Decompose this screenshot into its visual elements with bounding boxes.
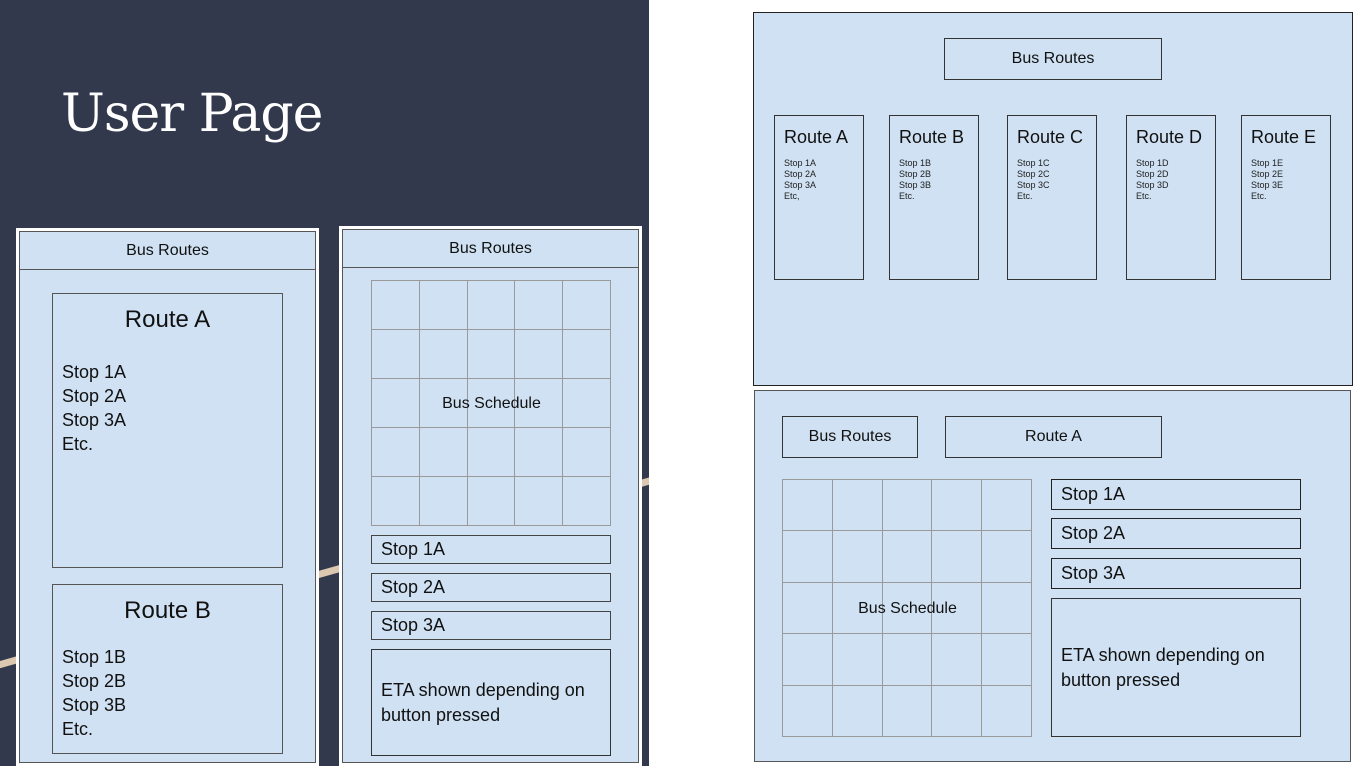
- stop-item: Stop 1B: [62, 647, 127, 667]
- stop-item: Etc.: [1136, 191, 1152, 201]
- route-stops-list: Stop 1C Stop 2C Stop 3C Etc.: [1008, 158, 1096, 202]
- route-stops-list: Stop 1A Stop 2A Stop 3A Etc,: [775, 158, 863, 202]
- stop-item: Stop 3C: [1017, 180, 1050, 190]
- route-card-title: Route A: [784, 127, 849, 147]
- route-card-a[interactable]: Route A Stop 1A Stop 2A Stop 3A Etc.: [52, 293, 283, 568]
- route-card-e[interactable]: Route E Stop 1E Stop 2E Stop 3E Etc.: [1241, 115, 1331, 280]
- stop-item: Stop 1A: [62, 362, 127, 382]
- eta-display: ETA shown depending on button pressed: [371, 649, 611, 756]
- route-card-c[interactable]: Route C Stop 1C Stop 2C Stop 3C Etc.: [1007, 115, 1097, 280]
- mobile-header[interactable]: Bus Routes: [343, 230, 638, 268]
- route-card-title: Route D: [1136, 127, 1203, 147]
- stop-item: Etc.: [899, 191, 915, 201]
- stop-item: Etc.: [62, 434, 94, 454]
- stop-item: Stop 3E: [1251, 180, 1284, 190]
- stop-button-3a[interactable]: Stop 3A: [1051, 558, 1301, 589]
- mobile-route-list-mockup: Bus Routes Route A Stop 1A Stop 2A Stop …: [16, 228, 319, 766]
- stop-item: Stop 2B: [899, 169, 932, 179]
- stop-button-1a[interactable]: Stop 1A: [1051, 479, 1301, 510]
- route-card-a[interactable]: Route A Stop 1A Stop 2A Stop 3A Etc,: [774, 115, 864, 280]
- route-stops-list: Stop 1B Stop 2B Stop 3B Etc.: [53, 645, 282, 741]
- stop-item: Stop 2D: [1136, 169, 1169, 179]
- header-title: Bus Routes: [449, 239, 532, 257]
- route-stops-list: Stop 1B Stop 2B Stop 3B Etc.: [890, 158, 978, 202]
- route-stops-list: Stop 1D Stop 2D Stop 3D Etc.: [1127, 158, 1215, 202]
- stop-item: Etc.: [1017, 191, 1033, 201]
- header-title: Bus Routes: [126, 241, 209, 259]
- stop-item: Stop 1E: [1251, 158, 1284, 168]
- stop-item: Etc.: [62, 719, 94, 739]
- route-stops-list: Stop 1E Stop 2E Stop 3E Etc.: [1242, 158, 1330, 202]
- desktop-route-detail-mockup: Bus Routes Route A Bus Schedule Stop 1A …: [754, 390, 1351, 762]
- stop-item: Etc,: [784, 191, 800, 201]
- eta-display: ETA shown depending on button pressed: [1051, 598, 1301, 737]
- route-card-title: Route E: [1251, 127, 1317, 147]
- stop-item: Stop 1C: [1017, 158, 1050, 168]
- stop-item: Stop 3B: [899, 180, 932, 190]
- header-title: Bus Routes: [1011, 50, 1095, 67]
- bus-schedule-grid: Bus Schedule: [782, 479, 1032, 737]
- bus-schedule-grid: Bus Schedule: [371, 280, 611, 526]
- stop-button-2a[interactable]: Stop 2A: [371, 573, 611, 602]
- route-card-title: Route A: [124, 306, 211, 333]
- route-card-title: Route B: [124, 597, 211, 624]
- stop-item: Etc.: [1251, 191, 1267, 201]
- stop-item: Stop 1A: [784, 158, 817, 168]
- route-a-button[interactable]: Route A: [945, 416, 1162, 458]
- slide-background: User Page Bus Routes Route A Stop 1A Sto…: [0, 0, 649, 766]
- stop-item: Stop 3A: [784, 180, 817, 190]
- route-stops-list: Stop 1A Stop 2A Stop 3A Etc.: [53, 360, 282, 456]
- stop-button-1a[interactable]: Stop 1A: [371, 535, 611, 564]
- route-card-b[interactable]: Route B Stop 1B Stop 2B Stop 3B Etc.: [889, 115, 979, 280]
- button-label: Route A: [1025, 428, 1082, 445]
- stop-item: Stop 3B: [62, 695, 127, 715]
- button-label: Bus Routes: [808, 428, 892, 445]
- mobile-header[interactable]: Bus Routes: [20, 232, 315, 270]
- mobile-route-detail-mockup: Bus Routes Bus Schedule Stop 1A Stop 2A …: [339, 226, 642, 766]
- bus-routes-header-button[interactable]: Bus Routes: [944, 38, 1162, 80]
- route-card-title: Route C: [1017, 127, 1084, 147]
- stop-item: Stop 2C: [1017, 169, 1050, 179]
- stop-item: Stop 2E: [1251, 169, 1284, 179]
- route-card-b[interactable]: Route B Stop 1B Stop 2B Stop 3B Etc.: [52, 584, 283, 754]
- route-card-title: Route B: [899, 127, 965, 147]
- stop-item: Stop 1B: [899, 158, 932, 168]
- desktop-route-list-mockup: Bus Routes Route A Stop 1A Stop 2A Stop …: [753, 12, 1353, 386]
- stop-item: Stop 3D: [1136, 180, 1169, 190]
- slide-title: User Page: [61, 84, 323, 144]
- stop-item: Stop 3A: [62, 410, 127, 430]
- route-card-d[interactable]: Route D Stop 1D Stop 2D Stop 3D Etc.: [1126, 115, 1216, 280]
- stop-button-2a[interactable]: Stop 2A: [1051, 518, 1301, 549]
- bus-routes-back-button[interactable]: Bus Routes: [782, 416, 918, 458]
- stop-item: Stop 2B: [62, 671, 127, 691]
- stop-item: Stop 2A: [62, 386, 127, 406]
- stop-item: Stop 1D: [1136, 158, 1169, 168]
- stop-button-3a[interactable]: Stop 3A: [371, 611, 611, 640]
- stop-item: Stop 2A: [784, 169, 817, 179]
